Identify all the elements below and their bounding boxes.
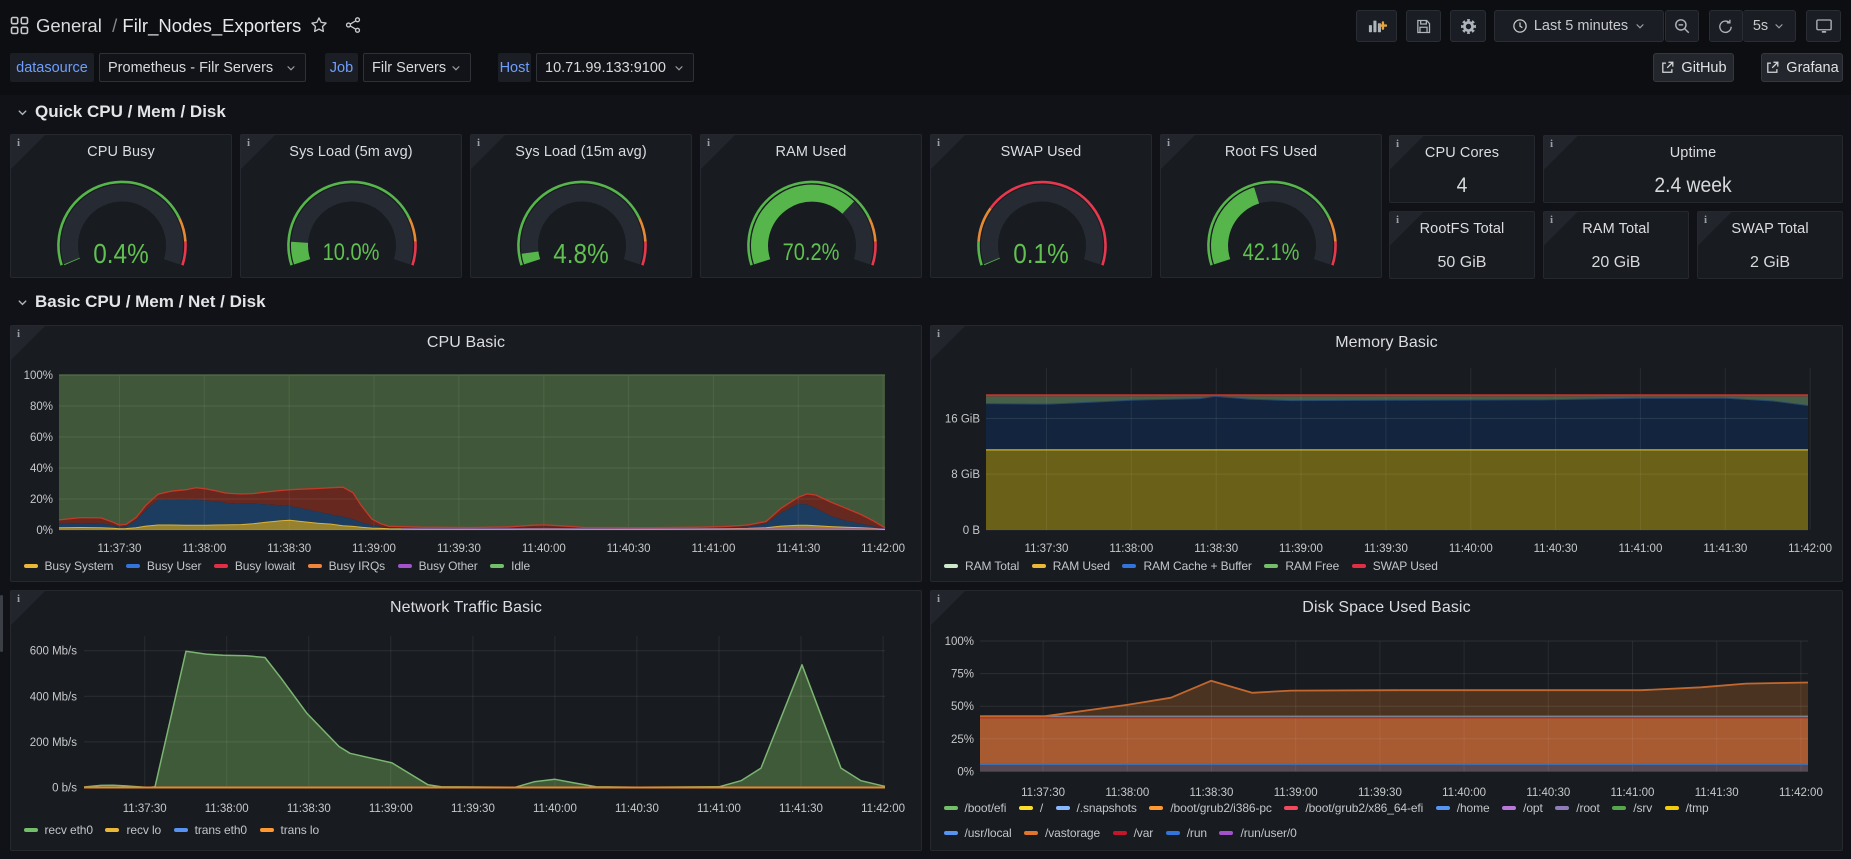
svg-text:11:39:30: 11:39:30 bbox=[1364, 543, 1408, 555]
svg-text:11:41:30: 11:41:30 bbox=[1695, 787, 1739, 799]
svg-text:11:40:00: 11:40:00 bbox=[533, 803, 577, 815]
svg-text:0 b/s: 0 b/s bbox=[52, 783, 77, 795]
svg-text:8 GiB: 8 GiB bbox=[951, 469, 980, 481]
svg-text:20%: 20% bbox=[30, 494, 53, 506]
svg-text:16 GiB: 16 GiB bbox=[945, 414, 980, 426]
svg-text:11:38:30: 11:38:30 bbox=[1194, 543, 1238, 555]
svg-text:75%: 75% bbox=[951, 669, 974, 681]
svg-text:11:42:00: 11:42:00 bbox=[1788, 543, 1832, 555]
svg-text:50%: 50% bbox=[951, 701, 974, 713]
svg-text:11:40:30: 11:40:30 bbox=[607, 543, 651, 555]
svg-text:60%: 60% bbox=[30, 432, 53, 444]
svg-text:11:39:00: 11:39:00 bbox=[1274, 787, 1318, 799]
svg-text:11:41:00: 11:41:00 bbox=[691, 543, 735, 555]
svg-text:11:41:30: 11:41:30 bbox=[1703, 543, 1747, 555]
svg-text:11:37:30: 11:37:30 bbox=[1021, 787, 1065, 799]
svg-text:11:40:30: 11:40:30 bbox=[615, 803, 659, 815]
svg-text:11:39:30: 11:39:30 bbox=[1358, 787, 1402, 799]
svg-text:11:41:00: 11:41:00 bbox=[1611, 787, 1655, 799]
svg-text:100%: 100% bbox=[945, 636, 974, 648]
svg-text:400 Mb/s: 400 Mb/s bbox=[30, 691, 78, 703]
svg-text:11:39:00: 11:39:00 bbox=[1279, 543, 1323, 555]
svg-text:11:38:00: 11:38:00 bbox=[1109, 543, 1153, 555]
svg-text:11:40:00: 11:40:00 bbox=[1449, 543, 1493, 555]
svg-text:200 Mb/s: 200 Mb/s bbox=[30, 737, 78, 749]
svg-text:11:41:30: 11:41:30 bbox=[779, 803, 823, 815]
svg-text:11:40:00: 11:40:00 bbox=[522, 543, 566, 555]
svg-text:11:42:00: 11:42:00 bbox=[861, 543, 905, 555]
svg-text:11:38:30: 11:38:30 bbox=[267, 543, 311, 555]
svg-text:25%: 25% bbox=[951, 734, 974, 746]
svg-text:40%: 40% bbox=[30, 463, 53, 475]
svg-text:11:39:00: 11:39:00 bbox=[369, 803, 413, 815]
svg-text:11:39:30: 11:39:30 bbox=[437, 543, 481, 555]
svg-text:11:39:00: 11:39:00 bbox=[352, 543, 396, 555]
svg-text:11:38:00: 11:38:00 bbox=[182, 543, 226, 555]
svg-text:11:42:00: 11:42:00 bbox=[861, 803, 905, 815]
svg-text:600 Mb/s: 600 Mb/s bbox=[30, 646, 78, 658]
svg-text:11:38:30: 11:38:30 bbox=[1190, 787, 1234, 799]
svg-text:11:41:30: 11:41:30 bbox=[776, 543, 820, 555]
svg-text:11:39:30: 11:39:30 bbox=[451, 803, 495, 815]
svg-text:11:41:00: 11:41:00 bbox=[697, 803, 741, 815]
svg-text:11:40:30: 11:40:30 bbox=[1526, 787, 1570, 799]
svg-text:11:40:30: 11:40:30 bbox=[1534, 543, 1578, 555]
svg-text:100%: 100% bbox=[24, 370, 53, 382]
svg-text:0%: 0% bbox=[36, 525, 53, 537]
svg-text:11:42:00: 11:42:00 bbox=[1779, 787, 1823, 799]
svg-text:11:40:00: 11:40:00 bbox=[1442, 787, 1486, 799]
svg-text:11:38:30: 11:38:30 bbox=[287, 803, 331, 815]
svg-text:11:37:30: 11:37:30 bbox=[123, 803, 167, 815]
svg-text:11:37:30: 11:37:30 bbox=[98, 543, 142, 555]
svg-text:11:37:30: 11:37:30 bbox=[1025, 543, 1069, 555]
svg-text:11:38:00: 11:38:00 bbox=[205, 803, 249, 815]
svg-text:11:38:00: 11:38:00 bbox=[1105, 787, 1149, 799]
svg-text:11:41:00: 11:41:00 bbox=[1618, 543, 1662, 555]
svg-text:80%: 80% bbox=[30, 401, 53, 413]
svg-text:0%: 0% bbox=[957, 766, 974, 778]
svg-text:0 B: 0 B bbox=[963, 525, 981, 537]
